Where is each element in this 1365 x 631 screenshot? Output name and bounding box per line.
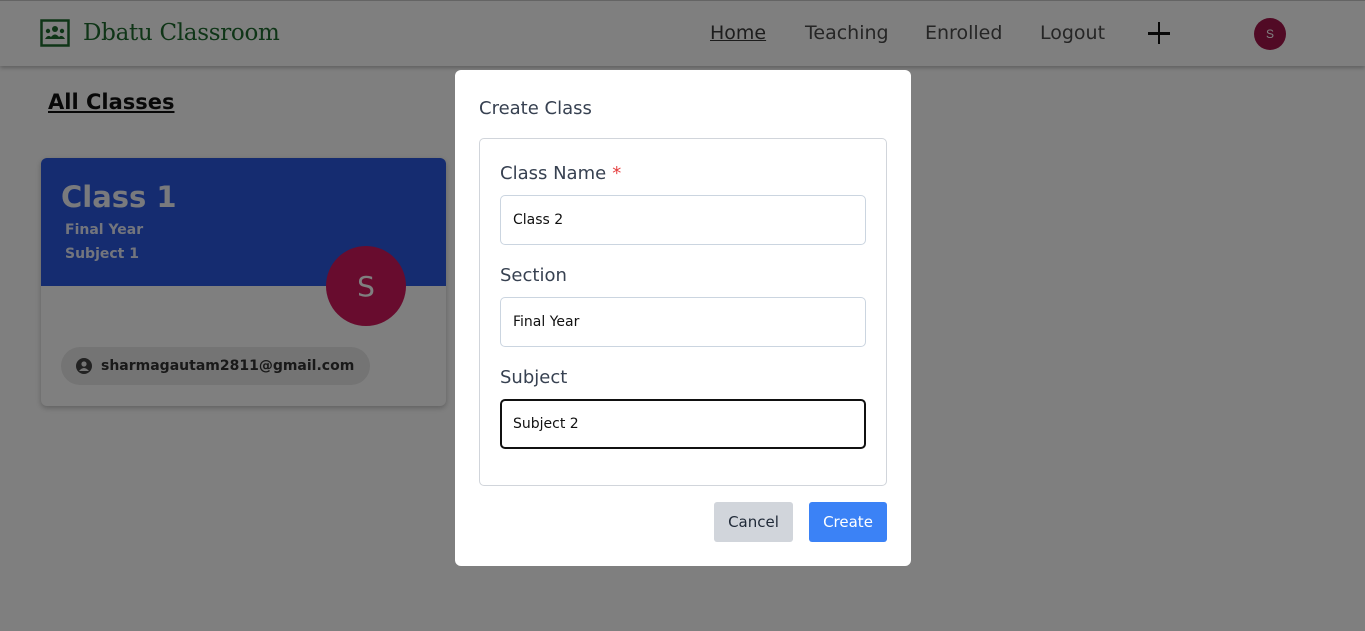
subject-input[interactable] xyxy=(500,399,866,449)
create-button[interactable]: Create xyxy=(809,502,887,542)
create-class-form: Class Name* Section Subject xyxy=(479,138,887,486)
dialog-title: Create Class xyxy=(479,98,592,119)
class-name-label: Class Name * xyxy=(500,163,621,184)
create-class-dialog: Create Class Class Name* Section Subject… xyxy=(455,70,911,566)
subject-label: Subject xyxy=(500,367,568,388)
section-input[interactable] xyxy=(500,297,866,347)
class-name-label-text: Class Name xyxy=(500,163,607,184)
section-label: Section xyxy=(500,265,567,286)
class-name-input[interactable] xyxy=(500,195,866,245)
cancel-button[interactable]: Cancel xyxy=(714,502,793,542)
required-mark: * xyxy=(612,163,622,184)
